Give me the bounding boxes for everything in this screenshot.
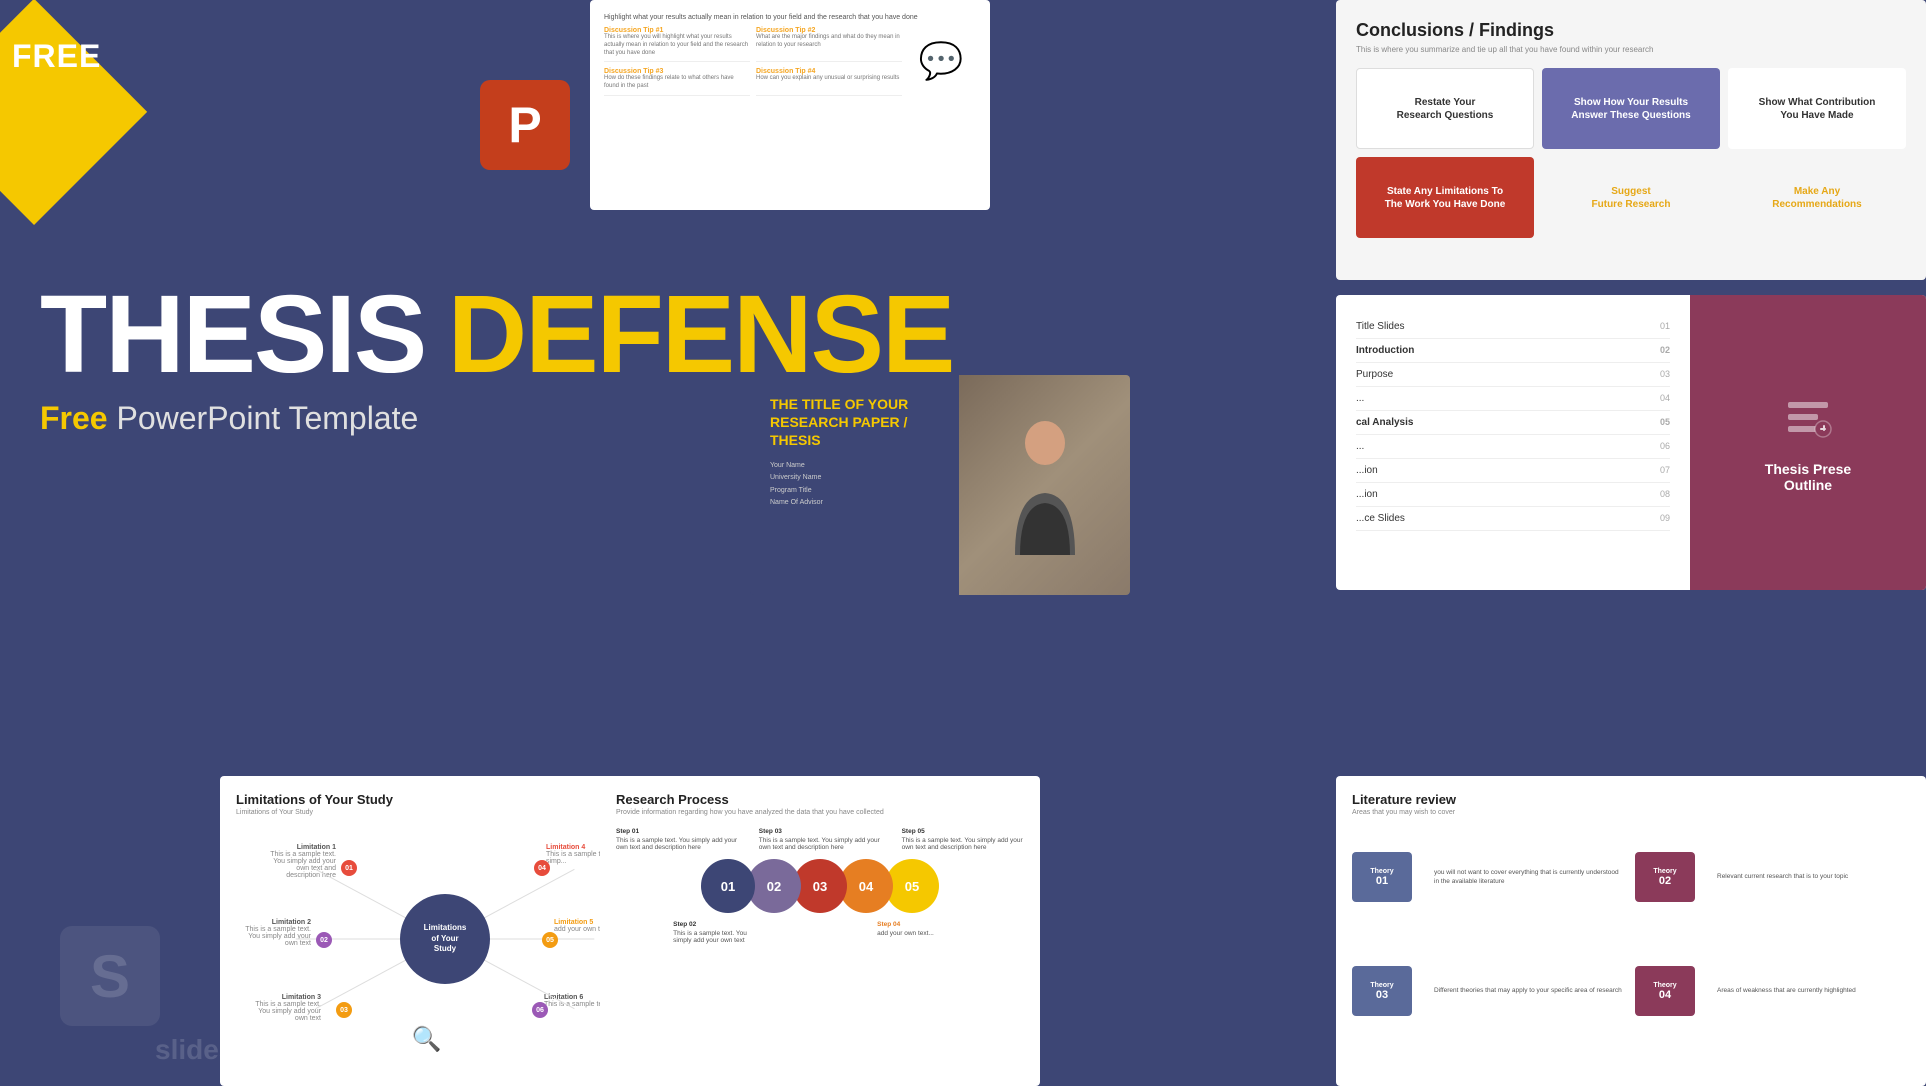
subtitle-rest: PowerPoint Template	[116, 400, 418, 436]
research-title: Research Process	[616, 792, 1024, 807]
literature-subtitle: Areas that you may wish to cover	[1352, 809, 1910, 816]
thesis-title: THESIS DEFENSE	[40, 280, 953, 390]
discussion-header: Highlight what your results actually mea…	[604, 14, 976, 21]
cc-cell-1: Restate YourResearch Questions	[1356, 68, 1534, 149]
outline-sidebar: Thesis PreseOutline	[1690, 295, 1926, 590]
limit-node-3: 03	[336, 1002, 352, 1018]
research-step-05: Step 05 This is a sample text. You simpl…	[902, 828, 1024, 851]
outline-card: Title Slides 01 Introduction 02 Purpose …	[1336, 295, 1926, 590]
theory-box-03: Theory 03	[1352, 966, 1412, 1016]
cc-cell-6: Make AnyRecommendations	[1728, 157, 1906, 238]
theory-text-03: Different theories that may apply to you…	[1430, 986, 1627, 995]
outline-item-9: ...ce Slides 09	[1356, 507, 1670, 531]
conclusions-title: Conclusions / Findings	[1356, 20, 1906, 41]
free-badge-bg	[0, 0, 147, 225]
person-photo	[959, 375, 1130, 595]
cc-cell-5: SuggestFuture Research	[1542, 157, 1720, 238]
literature-grid: Theory 01 you will not want to cover eve…	[1352, 824, 1910, 1044]
circle-01: 01	[701, 859, 755, 913]
discussion-tip-1: Discussion Tip #1 This is where you will…	[604, 27, 750, 62]
conclusions-card: Conclusions / Findings This is where you…	[1336, 0, 1926, 280]
free-word: Free	[40, 400, 108, 436]
title-slide-left: THE TITLE OF YOUR RESEARCH PAPER / THESI…	[750, 375, 959, 595]
circle-03: 03	[793, 859, 847, 913]
outline-card-title: Thesis PreseOutline	[1765, 461, 1851, 493]
theory-text-01: you will not want to cover everything th…	[1430, 868, 1627, 886]
chat-icon: 💬	[919, 40, 964, 82]
theory-box-02: Theory 02	[1635, 852, 1695, 902]
outline-item-7: ...ion 07	[1356, 459, 1670, 483]
slidesalad-icon: S	[60, 926, 160, 1026]
literature-title: Literature review	[1352, 792, 1910, 807]
limit-node-1: 01	[341, 860, 357, 876]
university-name: University Name	[770, 472, 939, 485]
limit-node-4: 04	[534, 860, 550, 876]
ppt-logo-card: P	[460, 60, 590, 190]
limitations-subtitle: Limitations of Your Study	[236, 809, 654, 816]
outline-item-6: ... 06	[1356, 435, 1670, 459]
limitations-center: Limitationsof YourStudy	[400, 894, 490, 984]
title-slide-photo	[959, 375, 1130, 595]
limit-node-2: 02	[316, 932, 332, 948]
outline-item-5: cal Analysis 05	[1356, 411, 1670, 435]
title-slide-card: THE TITLE OF YOUR RESEARCH PAPER / THESI…	[750, 375, 1130, 595]
outline-item-1: Title Slides 01	[1356, 315, 1670, 339]
outline-item-2: Introduction 02	[1356, 339, 1670, 363]
advisor-name: Name Of Advisor	[770, 497, 939, 510]
outline-list: Title Slides 01 Introduction 02 Purpose …	[1336, 295, 1690, 590]
research-card: Research Process Provide information reg…	[600, 776, 1040, 1086]
research-step-02: Step 02 This is a sample text. You simpl…	[673, 921, 763, 944]
ppt-icon: P	[480, 80, 570, 170]
free-badge-label: FREE	[12, 38, 101, 75]
limit-node-6: 06	[532, 1002, 548, 1018]
your-name: Your Name	[770, 460, 939, 473]
outline-item-4: ... 04	[1356, 387, 1670, 411]
discussion-tip-2: Discussion Tip #2 What are the major fin…	[756, 27, 902, 62]
thesis-paper-title: THE TITLE OF YOUR RESEARCH PAPER / THESI…	[770, 395, 939, 450]
theory-box-01: Theory 01	[1352, 852, 1412, 902]
thesis-word: THESIS	[40, 273, 425, 396]
discussion-card: Highlight what your results actually mea…	[590, 0, 990, 210]
research-step-03: Step 03 This is a sample text. You simpl…	[759, 828, 881, 851]
circle-02: 02	[747, 859, 801, 913]
literature-card: Literature review Areas that you may wis…	[1336, 776, 1926, 1086]
outline-icon	[1783, 392, 1833, 451]
cc-cell-4: State Any Limitations ToThe Work You Hav…	[1356, 157, 1534, 238]
limitations-title: Limitations of Your Study	[236, 792, 654, 807]
circle-04: 04	[839, 859, 893, 913]
outline-item-3: Purpose 03	[1356, 363, 1670, 387]
cc-cell-2: Show How Your ResultsAnswer These Questi…	[1542, 68, 1720, 149]
research-bottom-steps: Step 02 This is a sample text. You simpl…	[616, 921, 1024, 944]
theory-box-04: Theory 04	[1635, 966, 1695, 1016]
research-step-04: Step 04 add your own text...	[877, 921, 967, 944]
theory-text-02: Relevant current research that is to you…	[1713, 872, 1910, 881]
outline-item-8: ...ion 08	[1356, 483, 1670, 507]
limit-node-5: 05	[542, 932, 558, 948]
research-top-steps: Step 01 This is a sample text. You simpl…	[616, 828, 1024, 851]
conclusions-subtitle: This is where you summarize and tie up a…	[1356, 45, 1906, 54]
thesis-author-info: Your Name University Name Program Title …	[770, 460, 939, 510]
research-circles: 01 02 03 04 05	[616, 859, 1024, 913]
program-title: Program Title	[770, 485, 939, 498]
theory-text-04: Areas of weakness that are currently hig…	[1713, 986, 1910, 995]
research-subtitle: Provide information regarding how you ha…	[616, 809, 1024, 816]
discussion-tip-4: Discussion Tip #4 How can you explain an…	[756, 68, 902, 96]
discussion-tip-3: Discussion Tip #3 How do these findings …	[604, 68, 750, 96]
circle-05: 05	[885, 859, 939, 913]
magnifier-icon: 🔍	[412, 1025, 442, 1054]
limitations-diagram: Limitationsof YourStudy Limitation 1This…	[236, 824, 654, 1054]
cc-cell-3: Show What ContributionYou Have Made	[1728, 68, 1906, 149]
conclusions-grid: Restate YourResearch Questions Show How …	[1356, 68, 1906, 238]
